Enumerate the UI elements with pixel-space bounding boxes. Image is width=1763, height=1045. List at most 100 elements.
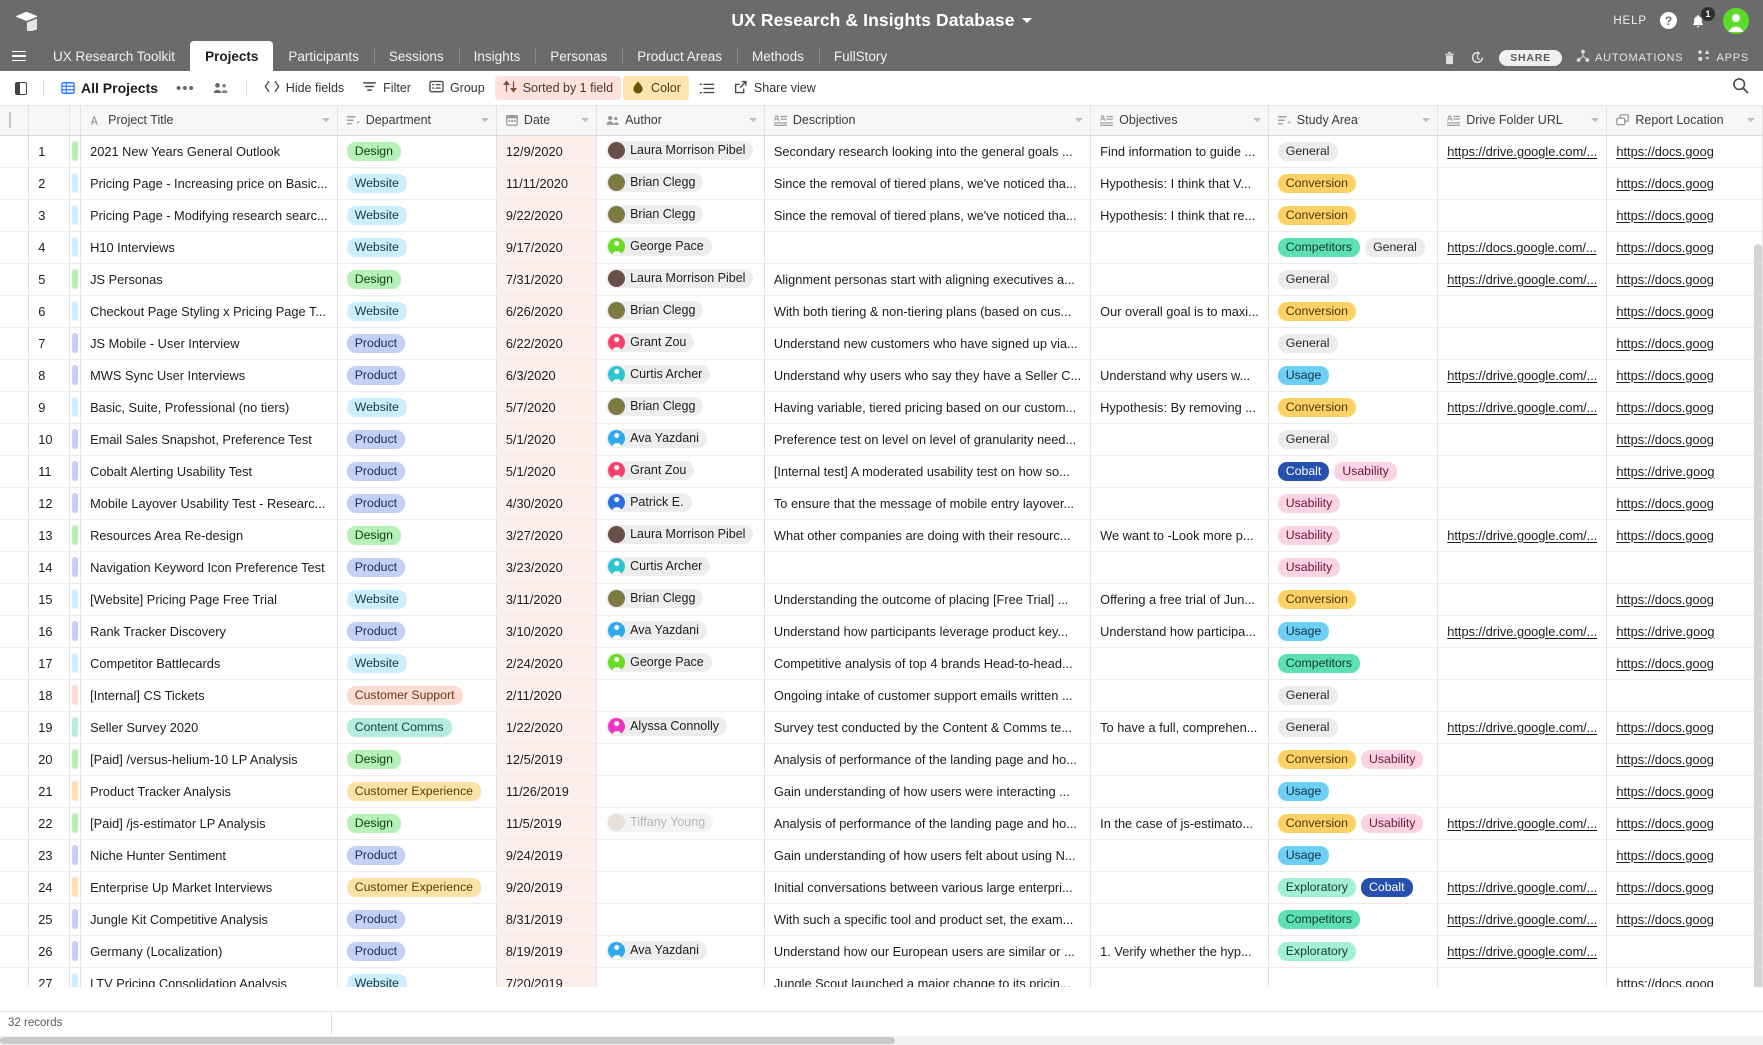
cell-study-area[interactable]: Exploratory Cobalt [1268, 871, 1439, 904]
cell-objectives[interactable]: Find information to guide ... [1090, 135, 1269, 168]
cell-department[interactable]: Website [337, 167, 497, 200]
author-chip[interactable]: Brian Clegg [606, 204, 704, 224]
study-area-tag[interactable]: General [1277, 429, 1338, 449]
report-location-link[interactable]: https://docs.goog [1616, 592, 1753, 607]
table-row[interactable]: 5 JS Personas Design 7/31/2020 Laura Morriso… [0, 263, 1763, 296]
cell-project-title[interactable]: Checkout Page Styling x Pricing Page T..… [80, 295, 338, 328]
table-row[interactable]: 22 [Paid] /js-estimator LP Analysis Design… [0, 807, 1763, 840]
cell-description[interactable]: Alignment personas start with aligning e… [764, 263, 1092, 296]
cell-date[interactable]: 9/24/2019 [496, 839, 598, 872]
tab-projects[interactable]: Projects [190, 41, 274, 71]
row-checkbox[interactable] [0, 935, 30, 968]
department-tag[interactable]: Product [346, 621, 406, 641]
cell-project-title[interactable]: [Internal] CS Tickets [80, 679, 338, 712]
cell-project-title[interactable]: [Paid] /js-estimator LP Analysis [80, 807, 338, 840]
cell-study-area[interactable]: Conversion [1268, 167, 1439, 200]
cell-author[interactable]: Alyssa Connolly [596, 711, 765, 744]
report-location-link[interactable]: https://docs.goog [1616, 848, 1753, 863]
cell-report-location[interactable]: https://docs.goog [1606, 263, 1763, 296]
cell-objectives[interactable]: Hypothesis: By removing ... [1090, 391, 1269, 424]
cell-author[interactable]: Brian Clegg [596, 391, 765, 424]
cell-description[interactable]: Having variable, tiered pricing based on… [764, 391, 1092, 424]
cell-drive-folder-url[interactable]: https://drive.google.com/... [1437, 391, 1608, 424]
cell-objectives[interactable] [1090, 327, 1269, 360]
row-height-icon[interactable] [691, 76, 723, 100]
cell-project-title[interactable]: LTV Pricing Consolidation Analysis [80, 967, 338, 987]
cell-author[interactable] [596, 679, 765, 712]
cell-objectives[interactable] [1090, 839, 1269, 872]
row-checkbox[interactable] [0, 775, 30, 808]
cell-project-title[interactable]: Product Tracker Analysis [80, 775, 338, 808]
cell-report-location[interactable]: https://drive.goog [1606, 615, 1763, 648]
department-tag[interactable]: Product [346, 493, 406, 513]
report-location-link[interactable]: https://docs.goog [1616, 752, 1753, 767]
cell-department[interactable]: Customer Support [337, 679, 497, 712]
checkbox-icon[interactable] [9, 112, 11, 129]
cell-department[interactable]: Product [337, 935, 497, 968]
table-row[interactable]: 21 Product Tracker Analysis Customer Exper… [0, 775, 1763, 808]
study-area-tag[interactable]: General [1365, 237, 1425, 257]
cell-description[interactable]: With both tiering & non-tiering plans (b… [764, 295, 1092, 328]
cell-author[interactable]: Brian Clegg [596, 199, 765, 232]
department-tag[interactable]: Design [346, 749, 401, 769]
cell-project-title[interactable]: 2021 New Years General Outlook [80, 135, 338, 168]
cell-author[interactable]: Curtis Archer [596, 359, 765, 392]
cell-author[interactable]: Grant Zou [596, 327, 765, 360]
cell-report-location[interactable]: https://docs.goog [1606, 199, 1763, 232]
column-header-objectives[interactable]: Objectives [1090, 106, 1269, 136]
cell-project-title[interactable]: Germany (Localization) [80, 935, 338, 968]
row-checkbox[interactable] [0, 135, 30, 168]
cell-date[interactable]: 3/23/2020 [496, 551, 598, 584]
department-tag[interactable]: Product [346, 909, 406, 929]
vertical-scrollbar[interactable] [1754, 244, 1762, 987]
sort-button[interactable]: Sorted by 1 field [494, 76, 622, 100]
row-checkbox[interactable] [0, 519, 30, 552]
cell-date[interactable]: 2/11/2020 [496, 679, 598, 712]
department-tag[interactable]: Customer Experience [346, 781, 481, 801]
share-button[interactable]: SHARE [1499, 49, 1562, 66]
drive-folder-link[interactable]: https://drive.google.com/... [1447, 272, 1597, 287]
cell-project-title[interactable]: Basic, Suite, Professional (no tiers) [80, 391, 338, 424]
author-chip[interactable]: Grant Zou [606, 460, 695, 480]
study-area-tag[interactable]: Usability [1277, 557, 1341, 577]
study-area-tag[interactable]: Conversion [1277, 301, 1356, 321]
cell-objectives[interactable] [1090, 967, 1269, 987]
author-chip[interactable]: Ava Yazdani [606, 428, 707, 448]
report-location-link[interactable]: https://docs.goog [1616, 880, 1753, 895]
report-location-link[interactable]: https://docs.goog [1616, 176, 1753, 191]
cell-department[interactable]: Design [337, 743, 497, 776]
cell-author[interactable]: Ava Yazdani [596, 935, 765, 968]
chevron-down-icon[interactable] [1422, 118, 1431, 123]
chevron-down-icon[interactable] [581, 118, 590, 123]
department-tag[interactable]: Product [346, 365, 406, 385]
row-checkbox[interactable] [0, 871, 30, 904]
view-selector[interactable]: All Projects [53, 76, 166, 100]
drive-folder-link[interactable]: https://drive.google.com/... [1447, 624, 1597, 639]
automations-button[interactable]: AUTOMATIONS [1576, 49, 1683, 66]
department-tag[interactable]: Customer Experience [346, 877, 481, 897]
study-area-tag[interactable]: Cobalt [1277, 461, 1330, 481]
cell-project-title[interactable]: Email Sales Snapshot, Preference Test [80, 423, 338, 456]
column-header-date[interactable]: Date [496, 106, 598, 136]
tab-personas[interactable]: Personas [535, 41, 622, 71]
cell-report-location[interactable] [1606, 935, 1763, 968]
cell-drive-folder-url[interactable] [1437, 839, 1608, 872]
cell-author[interactable] [596, 967, 765, 987]
cell-report-location[interactable]: https://docs.goog [1606, 903, 1763, 936]
trash-icon[interactable] [1443, 51, 1456, 65]
cell-drive-folder-url[interactable]: https://drive.google.com/... [1437, 359, 1608, 392]
cell-report-location[interactable]: https://docs.goog [1606, 647, 1763, 680]
department-tag[interactable]: Website [346, 653, 407, 673]
row-checkbox[interactable] [0, 551, 30, 584]
cell-author[interactable]: George Pace [596, 231, 765, 264]
department-tag[interactable]: Website [346, 397, 407, 417]
department-tag[interactable]: Website [346, 301, 407, 321]
author-chip[interactable]: Curtis Archer [606, 364, 711, 384]
author-chip[interactable]: Ava Yazdani [606, 620, 707, 640]
cell-project-title[interactable]: Navigation Keyword Icon Preference Test [80, 551, 338, 584]
cell-drive-folder-url[interactable]: https://drive.google.com/... [1437, 807, 1608, 840]
cell-report-location[interactable]: https://docs.goog [1606, 487, 1763, 520]
table-row[interactable]: 25 Jungle Kit Competitive Analysis Product… [0, 903, 1763, 936]
table-row[interactable]: 12 Mobile Layover Usability Test - Resear… [0, 487, 1763, 520]
report-location-link[interactable]: https://docs.goog [1616, 336, 1753, 351]
